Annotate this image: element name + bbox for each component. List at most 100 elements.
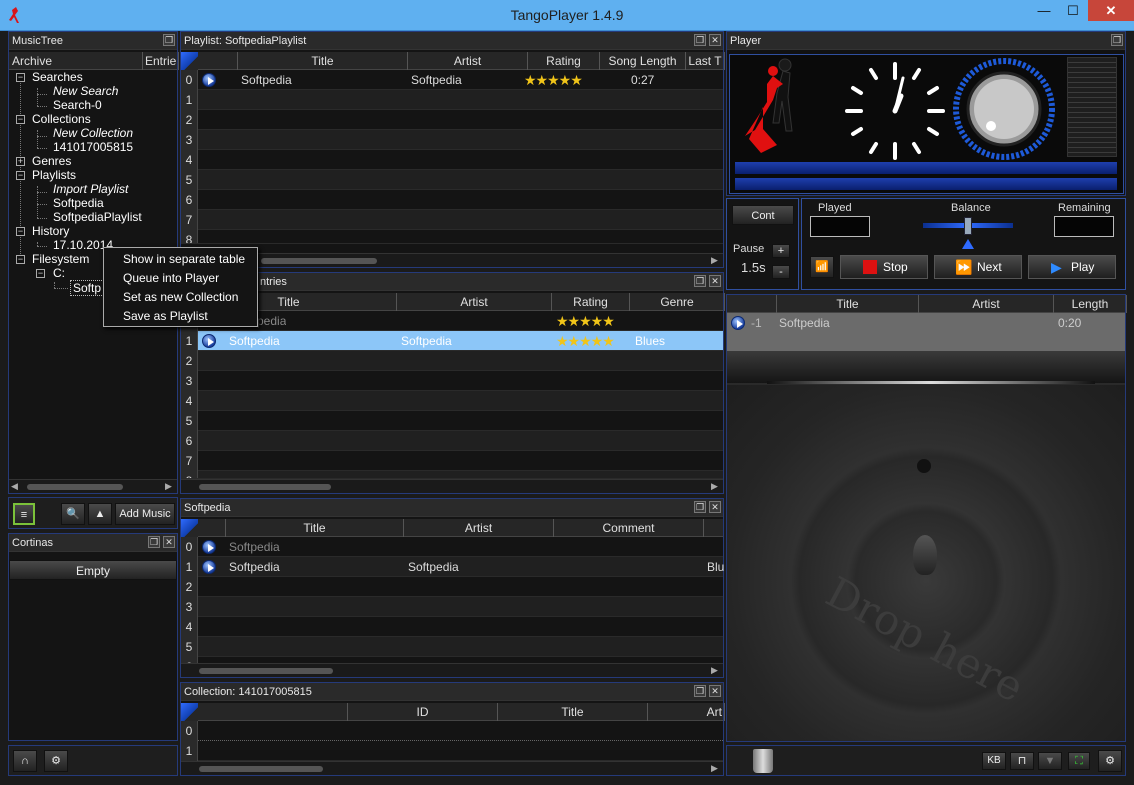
entries-hscrollbar[interactable]: ▶	[181, 479, 723, 493]
play-icon[interactable]	[202, 560, 216, 574]
col-title[interactable]: Title	[226, 519, 404, 537]
play-icon[interactable]	[202, 334, 216, 348]
col-artist[interactable]: Art	[648, 703, 725, 721]
tree-searches[interactable]: Searches	[32, 70, 83, 84]
drop-zone[interactable]: Drop here	[727, 385, 1125, 741]
collapse-icon[interactable]: −	[36, 269, 45, 278]
play-icon[interactable]	[731, 316, 745, 330]
col-last-played[interactable]: Last T	[686, 52, 725, 70]
tree-import-playlist[interactable]: Import Playlist	[53, 182, 128, 196]
table-row[interactable]: 4	[181, 617, 723, 637]
col-song-length[interactable]: Song Length	[600, 52, 686, 70]
play-button[interactable]: ▶ Play	[1028, 255, 1116, 279]
restore-icon[interactable]: ❐	[694, 685, 706, 697]
cont-button[interactable]: Cont	[732, 205, 794, 225]
table-row[interactable]: 1 Softpedia Softpedia Blu	[181, 557, 724, 577]
table-row[interactable]: 0 Softpedia	[181, 537, 723, 557]
collapse-icon[interactable]: −	[16, 73, 25, 82]
cell-rating[interactable]: ★★★★★	[556, 331, 614, 351]
tree-search-0[interactable]: Search-0	[53, 98, 102, 112]
menu-save-as-playlist[interactable]: Save as Playlist	[104, 307, 257, 326]
kb-button[interactable]: KB	[982, 752, 1006, 770]
waveform-icon[interactable]: ⊓	[1010, 752, 1034, 770]
col-rating[interactable]: Rating	[552, 293, 630, 311]
close-button[interactable]: ✕	[1088, 0, 1134, 21]
restore-icon[interactable]: ❐	[148, 536, 160, 548]
col-archive[interactable]: Archive	[9, 52, 143, 70]
queue-row[interactable]: -1 Softpedia 0:20	[727, 313, 1125, 351]
tree-collections[interactable]: Collections	[32, 112, 91, 126]
add-music-button[interactable]: Add Music	[115, 503, 175, 525]
col-artist[interactable]: Artist	[408, 52, 528, 70]
collection-hscrollbar[interactable]: ▶	[181, 761, 723, 775]
tree-folder-softp[interactable]: Softp	[70, 280, 105, 296]
search-icon[interactable]: 🔍	[61, 503, 85, 525]
col-artist[interactable]: Artist	[919, 295, 1054, 313]
balance-thumb[interactable]	[964, 217, 972, 235]
table-row[interactable]: 2	[181, 110, 723, 130]
play-icon[interactable]	[202, 73, 216, 87]
tree-playlist-softpedia[interactable]: Softpedia	[53, 196, 104, 210]
tree-playlist-softpediaplaylist[interactable]: SoftpediaPlaylist	[53, 210, 142, 224]
table-row[interactable]: 1	[181, 90, 723, 110]
close-icon[interactable]: ✕	[709, 501, 721, 513]
restore-icon[interactable]: ❐	[163, 34, 175, 46]
cortina-empty-button[interactable]: Empty	[9, 560, 177, 580]
tree-new-collection[interactable]: New Collection	[53, 126, 133, 140]
table-row[interactable]: 2	[181, 577, 723, 597]
playlist-hscrollbar[interactable]: ▶	[181, 253, 723, 267]
table-row[interactable]: 4	[181, 391, 723, 411]
gear-icon[interactable]: ⚙	[44, 750, 68, 772]
close-icon[interactable]: ✕	[709, 685, 721, 697]
table-row[interactable]: 3	[181, 371, 723, 391]
close-icon[interactable]: ✕	[163, 536, 175, 548]
tree-genres[interactable]: Genres	[32, 154, 71, 168]
trash-icon[interactable]	[753, 749, 773, 773]
progress-bar[interactable]	[735, 162, 1117, 174]
headphones-icon[interactable]: ∩	[13, 750, 37, 772]
table-row[interactable]: 8	[181, 230, 723, 244]
database-icon[interactable]: ≡	[13, 503, 35, 525]
menu-set-as-collection[interactable]: Set as new Collection	[104, 288, 257, 307]
play-icon[interactable]	[202, 540, 216, 554]
cell-rating[interactable]: ★★★★★	[556, 311, 614, 331]
table-row[interactable]: 6	[181, 431, 723, 451]
pause-plus-button[interactable]: +	[772, 244, 790, 258]
col-title[interactable]: Title	[777, 295, 919, 313]
fullscreen-icon[interactable]: ⛶	[1068, 752, 1090, 770]
up-icon[interactable]: ▲	[88, 503, 112, 525]
col-artist[interactable]: Artist	[397, 293, 552, 311]
tree-collection-item[interactable]: 141017005815	[53, 140, 133, 154]
next-button[interactable]: ⏩ Next	[934, 255, 1022, 279]
tree-playlists[interactable]: Playlists	[32, 168, 76, 182]
maximize-button[interactable]: ☐	[1059, 0, 1087, 21]
table-row[interactable]: 5	[181, 637, 723, 657]
col-title[interactable]: Title	[238, 52, 408, 70]
cell-rating[interactable]: ★★★★★	[524, 70, 582, 90]
minimize-button[interactable]: —	[1030, 0, 1058, 21]
col-entries[interactable]: Entrie	[143, 52, 179, 70]
pause-minus-button[interactable]: -	[772, 265, 790, 279]
expand-icon[interactable]: +	[16, 157, 25, 166]
col-artist[interactable]: Artist	[404, 519, 554, 537]
table-row[interactable]: 5	[181, 170, 723, 190]
collapse-icon[interactable]: −	[16, 255, 25, 264]
col-comment[interactable]: Comment	[554, 519, 704, 537]
col-length[interactable]: Length	[1054, 295, 1127, 313]
tree-hscrollbar[interactable]: ◀ ▶	[9, 479, 177, 493]
menu-queue-into-player[interactable]: Queue into Player	[104, 269, 257, 288]
table-row[interactable]: 1	[181, 741, 723, 761]
table-row[interactable]: 0	[181, 721, 723, 741]
close-icon[interactable]: ✕	[709, 34, 721, 46]
table-row-selected[interactable]: 1 Softpedia Softpedia ★★★★★ Blues	[181, 331, 723, 351]
col-title[interactable]: Title	[498, 703, 648, 721]
col-rating[interactable]: Rating	[528, 52, 600, 70]
restore-icon[interactable]: ❐	[694, 34, 706, 46]
table-row[interactable]: 0 Softpedia Softpedia ★★★★★ 0:27	[181, 70, 723, 90]
wifi-icon[interactable]: 📶	[810, 256, 834, 278]
tree-filesystem[interactable]: Filesystem	[32, 252, 89, 266]
progress-bar-2[interactable]	[735, 178, 1117, 190]
collapse-icon[interactable]: −	[16, 171, 25, 180]
tree-new-search[interactable]: New Search	[53, 84, 118, 98]
close-icon[interactable]: ✕	[709, 275, 721, 287]
